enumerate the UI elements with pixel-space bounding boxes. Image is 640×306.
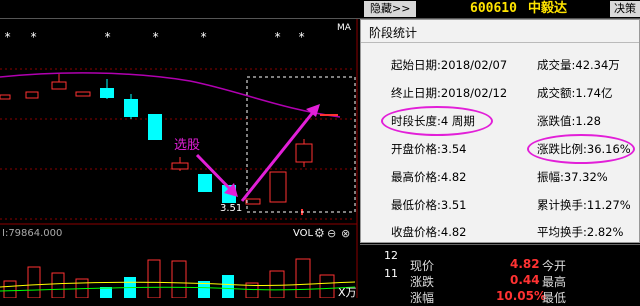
quote-label: 涨跌 xyxy=(410,275,435,289)
ma-line xyxy=(0,72,341,118)
candle xyxy=(51,81,67,90)
row-label: 成交量: xyxy=(537,58,576,72)
svg-text:*: * xyxy=(200,30,207,44)
event-markers: * * * * * * * xyxy=(4,30,305,44)
volume-value: I:79864.000 xyxy=(2,228,62,239)
svg-text:*: * xyxy=(298,30,305,44)
volume-bar xyxy=(147,259,161,298)
highlight-ellipse-ratio xyxy=(527,134,635,164)
close-icon[interactable]: ⊗ xyxy=(341,227,350,240)
volume-row: 成交量:42.34万 xyxy=(537,57,620,73)
stage-stats-panel: 阶段统计 起始日期:2018/02/07 终止日期:2018/02/12 时段长… xyxy=(360,19,640,243)
svg-text:*: * xyxy=(152,30,159,44)
row-value: 11.27% xyxy=(586,198,631,212)
row-value: 2018/02/07 xyxy=(440,58,508,72)
row-number: 12 xyxy=(384,249,398,262)
row-label: 振幅: xyxy=(537,170,564,184)
svg-text:*: * xyxy=(4,30,11,44)
amplitude-row: 振幅:37.32% xyxy=(537,169,608,185)
pick-stock-annotation: 选股 xyxy=(174,138,200,153)
quote-value: 4.82 xyxy=(510,257,540,271)
volume-bar xyxy=(319,274,335,298)
highlight-ellipse-period xyxy=(381,106,493,136)
quote-label: 今开 xyxy=(542,259,567,273)
row-label: 平均换手: xyxy=(537,225,587,239)
candle xyxy=(148,114,162,140)
candle xyxy=(124,99,138,117)
candle xyxy=(25,91,39,99)
close-price-row: 收盘价格:4.82 xyxy=(391,224,466,240)
quote-label: 现价 xyxy=(410,259,435,273)
start-date-row: 起始日期:2018/02/07 xyxy=(391,57,507,73)
row-label: 最高价格: xyxy=(391,170,441,184)
high-price-row: 最高价格:4.82 xyxy=(391,169,466,185)
volume-bar xyxy=(27,266,41,298)
volume-bar xyxy=(269,270,285,298)
quote-value: 0.44 xyxy=(510,273,540,287)
row-value: 1.74亿 xyxy=(575,86,613,100)
turnover-amount-row: 成交额:1.74亿 xyxy=(537,85,612,101)
change-value-row: 涨跌值:1.28 xyxy=(537,113,601,129)
row-value: 42.34万 xyxy=(575,58,620,72)
price-low-label: 3.51 xyxy=(220,203,242,214)
ma-label: MA xyxy=(337,23,352,33)
volume-bar xyxy=(295,258,311,298)
open-price-row: 开盘价格:3.54 xyxy=(391,141,466,157)
row-label: 最低价格: xyxy=(391,198,441,212)
candle xyxy=(295,143,313,163)
candle xyxy=(198,174,212,192)
minus-icon[interactable]: ⊖ xyxy=(327,227,336,240)
volume-bar xyxy=(222,275,234,298)
row-label: 涨跌值: xyxy=(537,114,576,128)
row-value: 1.28 xyxy=(575,114,601,128)
candle xyxy=(75,91,91,97)
row-value: 2.82% xyxy=(586,225,624,239)
stock-code: 600610 xyxy=(470,1,517,16)
decision-tab[interactable]: 决策 xyxy=(610,1,640,17)
row-label: 收盘价格: xyxy=(391,225,441,239)
candle xyxy=(245,198,261,205)
svg-text:*: * xyxy=(104,30,111,44)
row-label: 起始日期: xyxy=(391,58,441,72)
kline-chart[interactable]: * * * * * * * MA 选股 3.51 I:79864.000 VOL… xyxy=(0,19,360,298)
panel-divider xyxy=(361,42,639,43)
candle xyxy=(269,171,287,203)
row-value: 4.82 xyxy=(440,225,467,239)
volume-bar xyxy=(3,280,17,298)
quote-label: 最高 xyxy=(542,275,567,289)
svg-text:*: * xyxy=(30,30,37,44)
end-date-row: 终止日期:2018/02/12 xyxy=(391,85,507,101)
average-turnover-row: 平均换手:2.82% xyxy=(537,224,623,240)
quote-panel: 12 11 现价 4.82 今开 涨跌 0.44 最高 涨幅 10.05% 最低 xyxy=(360,244,640,305)
candle xyxy=(171,162,189,170)
row-number: 11 xyxy=(384,267,398,280)
hide-button[interactable]: 隐藏>> xyxy=(364,1,417,17)
svg-text:*: * xyxy=(274,30,281,44)
row-value: 3.54 xyxy=(440,142,467,156)
volume-bar xyxy=(51,272,65,298)
panel-title: 阶段统计 xyxy=(369,26,418,40)
row-label: 开盘价格: xyxy=(391,142,441,156)
candle xyxy=(0,94,11,100)
row-value: 4.82 xyxy=(440,170,467,184)
cumulative-turnover-row: 累计换手:11.27% xyxy=(537,197,631,213)
row-label: 成交额: xyxy=(537,86,576,100)
row-value: 2018/02/12 xyxy=(440,86,508,100)
volume-toolbar[interactable]: ⚙ ⊖ ⊗ xyxy=(314,226,350,240)
candle xyxy=(100,88,114,98)
gear-icon[interactable]: ⚙ xyxy=(314,226,325,240)
volume-bar xyxy=(171,260,187,298)
quote-value: 10.05% xyxy=(496,289,546,303)
low-price-row: 最低价格:3.51 xyxy=(391,197,466,213)
row-label: 终止日期: xyxy=(391,86,441,100)
vol-label: VOL xyxy=(293,228,314,239)
row-value: 3.51 xyxy=(440,198,467,212)
volume-bars xyxy=(3,258,335,298)
stock-name: 中毅达 xyxy=(528,1,568,16)
row-label: 累计换手: xyxy=(537,198,587,212)
row-value: 37.32% xyxy=(563,170,608,184)
